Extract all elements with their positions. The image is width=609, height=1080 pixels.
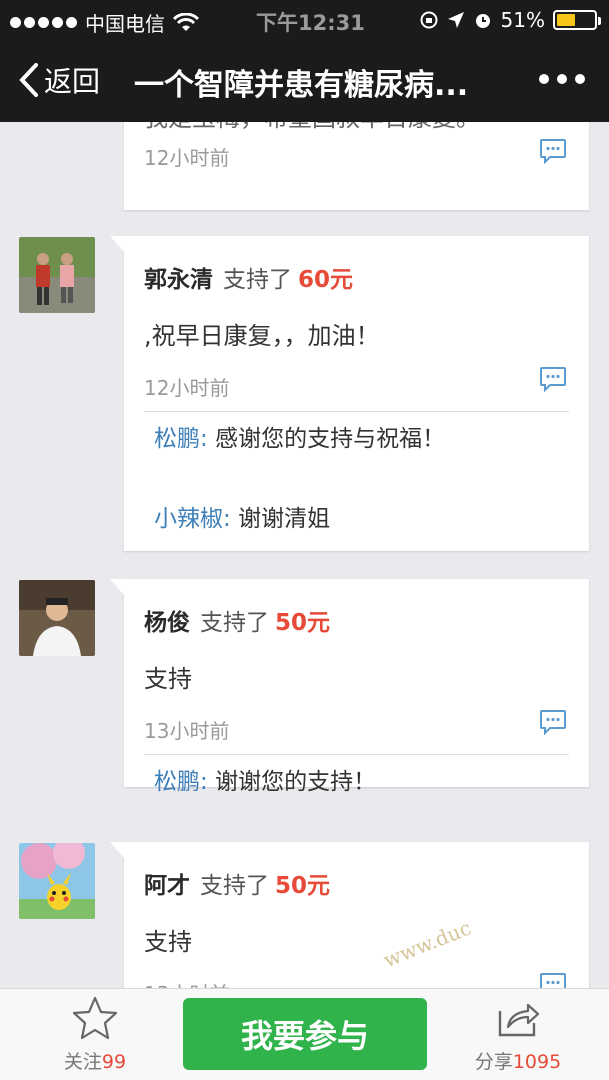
supporter-name[interactable]: 杨俊 [144,610,190,636]
support-action: 支持了 [200,610,269,636]
supporter-line: 阿才 支持了 50元 [144,866,330,900]
supporter-name[interactable]: 阿才 [144,873,190,899]
signal-strength-icon [10,17,77,28]
timestamp: 13小时前 [144,978,229,988]
star-icon [72,996,118,1040]
alarm-icon [475,14,490,28]
support-amount: 50元 [275,873,331,899]
back-button[interactable]: 返回 [18,60,100,100]
support-action: 支持了 [200,873,269,899]
follow-label: 关注 [63,1051,102,1073]
share-count: 1095 [512,1051,562,1073]
battery-percent: 51% [500,8,545,32]
support-feed[interactable]: 我是玉梅，希望国叔早日康复。 12小时前 郭永清支持了60元 ,祝早日康复，，加… [0,122,609,988]
avatar[interactable] [19,237,95,313]
supporter-name[interactable]: 郭永清 [144,267,213,293]
reply-author[interactable]: 松鹏: [154,769,208,795]
battery-icon [553,10,601,30]
reply-author[interactable]: 小辣椒: [154,506,231,532]
timestamp: 12小时前 [144,146,230,170]
rotation-lock-icon [420,11,438,29]
join-button[interactable]: 我要参与 [183,998,427,1070]
timestamp: 13小时前 [144,719,230,743]
share-label: 分享 [474,1051,513,1073]
avatar[interactable] [19,580,95,656]
follow-label-row: 关注99 [55,1047,135,1074]
support-card: 我是玉梅，希望国叔早日康复。 12小时前 [124,122,589,210]
avatar[interactable] [19,843,95,919]
comment-icon[interactable] [539,366,567,392]
status-bar: 中国电信 下午12:31 51% [0,0,609,40]
reply-author[interactable]: 松鹏: [154,426,208,452]
support-action: 支持了 [223,267,292,293]
follow-button[interactable]: 关注99 [55,995,135,1074]
wifi-icon [173,12,199,31]
supporter-line: 郭永清 支持了 60元 [144,260,353,294]
status-left: 中国电信 [10,8,199,37]
location-icon [447,12,464,28]
back-label: 返回 [44,65,101,98]
support-amount: 60元 [298,267,354,293]
reply-item[interactable]: 小辣椒: 谢谢清姐 [154,502,474,536]
divider [144,411,569,412]
reply-item[interactable]: 松鹏: 感谢您的支持与祝福！ [154,422,474,456]
carrier-name: 中国电信 [85,12,165,36]
support-card: 阿才支持了50元 支持 13小时前 [110,842,589,988]
message-text: 我是玉梅，希望国叔早日康复。 [144,122,480,133]
message-text: ,祝早日康复，，加油！ [144,322,380,350]
comment-icon[interactable] [539,138,567,164]
share-button[interactable]: 分享1095 [468,995,568,1074]
top-bar: 中国电信 下午12:31 51% 返回 一个智障并患有糖尿病... [0,0,609,122]
support-card: 郭永清 支持了 60元 ,祝早日康复，，加油！ 12小时前 松鹏: 感谢您的支持与祝… [110,236,589,551]
status-time: 下午12:31 [256,11,365,35]
supporter-line: 杨俊 支持了 50元 [144,603,330,637]
bottom-action-bar: 关注99 我要参与 分享1095 [0,988,609,1080]
chevron-left-icon [19,63,38,97]
share-icon [498,1003,540,1037]
timestamp: 12小时前 [144,376,230,400]
follow-count: 99 [101,1051,127,1073]
support-amount: 50元 [275,610,331,636]
reply-text: 谢谢清姐 [238,506,331,532]
message-text: 支持 [144,665,192,693]
divider [144,754,569,755]
support-card: 杨俊 支持了 50元 支持 13小时前 松鹏: 谢谢您的支持！ [110,579,589,795]
reply-item[interactable]: 松鹏: 谢谢您的支持！ [154,765,474,799]
reply-text: 感谢您的支持与祝福！ [215,426,446,452]
more-menu-button[interactable] [539,74,585,84]
comment-icon[interactable] [539,972,567,988]
navigation-bar: 返回 一个智障并患有糖尿病... [0,40,609,122]
status-right: 51% [419,8,601,32]
comment-icon[interactable] [539,709,567,735]
message-text: 支持 [144,928,192,956]
share-label-row: 分享1095 [468,1047,568,1074]
page-title: 一个智障并患有糖尿病... [134,68,469,103]
reply-text: 谢谢您的支持！ [215,769,377,795]
